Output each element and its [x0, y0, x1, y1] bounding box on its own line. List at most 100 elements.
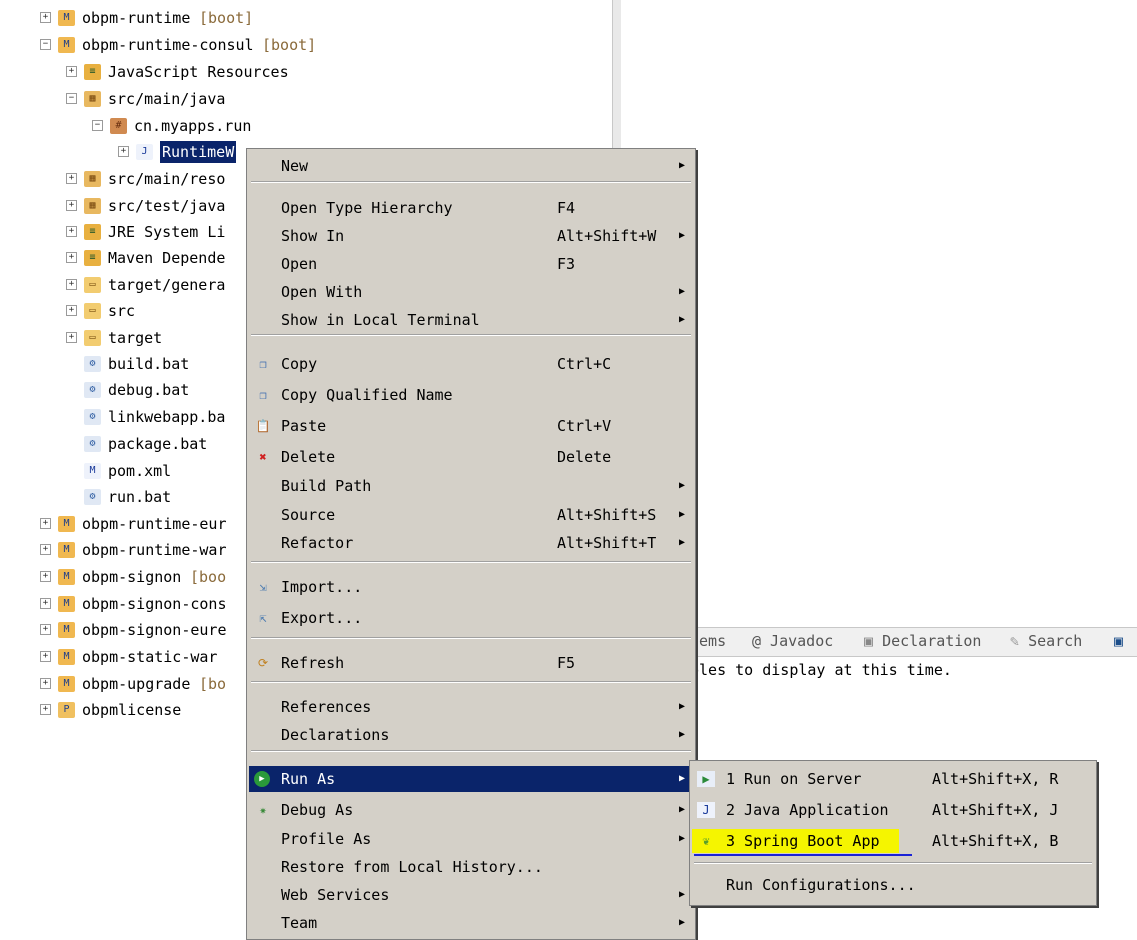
menu-item-label: Export...	[281, 609, 363, 627]
menu-item-refactor[interactable]: Refactor Alt+Shift+T ▶	[249, 530, 693, 556]
tab-search-label: Search	[1028, 632, 1083, 650]
debug-icon: ✷	[259, 803, 267, 817]
expand-icon[interactable]: +	[40, 571, 51, 582]
submenu-arrow-icon: ▶	[678, 773, 685, 784]
bat-file-icon: ⚙	[84, 382, 101, 398]
source-folder-icon: ▦	[84, 171, 101, 187]
menu-item-label: Open Type Hierarchy	[281, 199, 453, 217]
menu-item-shortcut: Ctrl+C	[557, 355, 612, 373]
menu-item-label: References	[281, 698, 372, 716]
expand-icon[interactable]: +	[40, 704, 51, 715]
expand-icon[interactable]: +	[66, 252, 77, 263]
menu-item-label: Delete	[281, 448, 336, 466]
expand-icon[interactable]: +	[66, 226, 77, 237]
bottom-panel: lems @ Javadoc ▣ Declaration ✎ Search ▣ …	[690, 615, 1137, 685]
tree-item-label: src	[108, 302, 136, 320]
collapse-icon[interactable]: −	[92, 120, 103, 131]
maven-project-icon: M	[58, 569, 75, 585]
menu-item-new[interactable]: New ▶	[249, 153, 693, 179]
tree-item-label: obpm-upgrade	[82, 675, 191, 693]
menu-item-source[interactable]: Source Alt+Shift+S ▶	[249, 502, 693, 528]
menu-item-references[interactable]: References ▶	[249, 694, 693, 720]
menu-item-show-in-local-terminal[interactable]: Show in Local Terminal ▶	[249, 307, 693, 333]
maven-project-icon: M	[58, 596, 75, 612]
expand-icon[interactable]: +	[66, 332, 77, 343]
menu-item-team[interactable]: Team ▶	[249, 910, 693, 936]
tree-item-label: JRE System Li	[108, 223, 226, 241]
submenu-arrow-icon: ▶	[678, 804, 685, 815]
menu-item-restore-from-local-history[interactable]: Restore from Local History...	[249, 854, 693, 880]
menu-item-label: Team	[281, 914, 318, 932]
tree-item-label: obpm-signon-eure	[82, 621, 227, 639]
console-icon[interactable]: ▣	[1114, 632, 1123, 650]
expand-icon[interactable]: +	[40, 518, 51, 529]
expand-icon[interactable]: +	[40, 598, 51, 609]
bat-file-icon: ⚙	[84, 409, 101, 425]
menu-item-label: Refresh	[281, 654, 345, 672]
menu-item-show-in[interactable]: Show In Alt+Shift+W ▶	[249, 223, 693, 249]
menu-item-copy-qualified-name[interactable]: ❐ Copy Qualified Name	[249, 382, 693, 408]
expand-icon[interactable]: +	[40, 678, 51, 689]
expand-icon[interactable]: +	[118, 146, 129, 157]
expand-icon[interactable]: +	[66, 279, 77, 290]
tree-item-label: build.bat	[108, 355, 190, 373]
submenu-arrow-icon: ▶	[678, 833, 685, 844]
folder-icon: ▭	[84, 303, 101, 319]
expand-icon[interactable]: +	[66, 173, 77, 184]
menu-item-open[interactable]: Open F3	[249, 251, 693, 277]
menu-item-declarations[interactable]: Declarations ▶	[249, 722, 693, 748]
bat-file-icon: ⚙	[84, 436, 101, 452]
package-icon: #	[110, 118, 127, 134]
submenu-item-shortcut: Alt+Shift+X, R	[932, 770, 1059, 788]
copy-icon: ❐	[259, 357, 267, 371]
menu-item-refresh[interactable]: ⟳ Refresh F5	[249, 650, 693, 676]
tree-item-suffix: [boot]	[262, 36, 317, 54]
expand-icon[interactable]: +	[40, 651, 51, 662]
submenu-item-label: 2 Java Application	[726, 801, 889, 819]
submenu-item-3-spring-boot-app[interactable]: ❦ 3 Spring Boot App Alt+Shift+X, B	[692, 828, 1094, 856]
menu-item-export[interactable]: ⇱ Export...	[249, 605, 693, 631]
menu-item-label: Paste	[281, 417, 327, 435]
menu-item-profile-as[interactable]: Profile As ▶	[249, 826, 693, 852]
menu-item-web-services[interactable]: Web Services ▶	[249, 882, 693, 908]
tab-javadoc[interactable]: @ Javadoc	[752, 632, 833, 650]
submenu-item-2-java-application[interactable]: J 2 Java Application Alt+Shift+X, J	[692, 797, 1094, 823]
submenu-arrow-icon: ▶	[678, 160, 685, 171]
tree-item-label: Maven Depende	[108, 249, 226, 267]
menu-item-run-as[interactable]: ▶ Run As ▶	[249, 766, 693, 792]
submenu-arrow-icon: ▶	[678, 537, 685, 548]
expand-icon[interactable]: +	[66, 66, 77, 77]
submenu-item-run-configurations[interactable]: Run Configurations...	[692, 872, 1094, 898]
maven-project-icon: M	[58, 649, 75, 665]
expand-icon[interactable]: +	[40, 544, 51, 555]
run-as-submenu: ▶ 1 Run on Server Alt+Shift+X, R J 2 Java Ap…	[689, 760, 1097, 906]
menu-item-build-path[interactable]: Build Path ▶	[249, 473, 693, 499]
expand-icon[interactable]: +	[66, 305, 77, 316]
submenu-item-1-run-on-server[interactable]: ▶ 1 Run on Server Alt+Shift+X, R	[692, 766, 1094, 792]
tree-item-label: JavaScript Resources	[108, 63, 289, 81]
java-file-icon: J	[136, 144, 153, 160]
submenu-arrow-icon: ▶	[678, 314, 685, 325]
menu-item-open-with[interactable]: Open With ▶	[249, 279, 693, 305]
expand-icon[interactable]: +	[66, 200, 77, 211]
submenu-arrow-icon: ▶	[678, 729, 685, 740]
maven-project-icon: M	[58, 516, 75, 532]
expand-icon[interactable]: +	[40, 12, 51, 23]
collapse-icon[interactable]: −	[66, 93, 77, 104]
maven-project-icon: M	[58, 37, 75, 53]
submenu-item-label: 1 Run on Server	[726, 770, 862, 788]
collapse-icon[interactable]: −	[40, 39, 51, 50]
tree-item-label: linkwebapp.ba	[108, 408, 226, 426]
tab-declaration[interactable]: ▣ Declaration	[864, 632, 981, 650]
refresh-icon: ⟳	[257, 656, 269, 670]
menu-item-paste[interactable]: 📋 Paste Ctrl+V	[249, 413, 693, 439]
menu-item-debug-as[interactable]: ✷ Debug As ▶	[249, 797, 693, 823]
menu-item-import[interactable]: ⇲ Import...	[249, 574, 693, 600]
tab-search[interactable]: ✎ Search	[1010, 632, 1082, 650]
expand-icon[interactable]: +	[40, 624, 51, 635]
folder-icon: ▭	[84, 277, 101, 293]
menu-item-open-type-hierarchy[interactable]: Open Type Hierarchy F4	[249, 195, 693, 221]
menu-item-delete[interactable]: ✖ Delete Delete	[249, 444, 693, 470]
menu-item-copy[interactable]: ❐ Copy Ctrl+C	[249, 351, 693, 377]
maven-project-icon: M	[58, 10, 75, 26]
